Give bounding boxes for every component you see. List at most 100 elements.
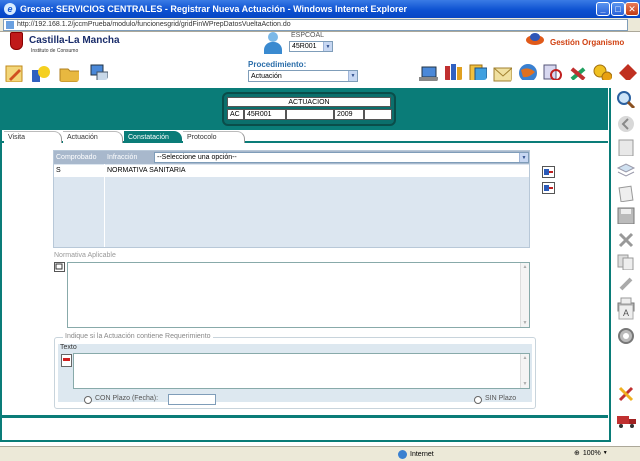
tab-visita[interactable]: Visita <box>4 131 62 143</box>
header-infraccion: Infracción <box>107 154 138 161</box>
requerimiento-legend: Indique si la Actuación contiene Requeri… <box>63 333 213 340</box>
actuacion-cell <box>364 109 392 120</box>
search-documents-icon[interactable] <box>542 62 562 80</box>
sin-plazo-label: SIN Plazo <box>485 395 517 402</box>
idea-bulb-icon[interactable] <box>30 64 50 82</box>
svg-text:A: A <box>623 308 629 318</box>
scrollbar[interactable]: ▲ ▼ <box>520 354 529 388</box>
network-computer-icon[interactable] <box>88 62 108 80</box>
zone-label: Internet <box>410 451 434 458</box>
requerimiento-fieldset: Indique si la Actuación contiene Requeri… <box>54 333 536 409</box>
plazo-fecha-input[interactable] <box>168 394 216 405</box>
status-bar: Internet ⊕ 100% ▼ <box>0 446 640 461</box>
address-bar: http://192.168.1.2/jccmPrueba/modulo/fun… <box>0 18 640 32</box>
laptop-icon[interactable] <box>418 64 438 82</box>
globe-icon <box>398 450 407 459</box>
layers-icon[interactable] <box>616 160 636 178</box>
maximize-button[interactable]: □ <box>611 2 625 16</box>
cell-infraccion: NORMATIVA SANITARIA <box>107 167 186 174</box>
truck-icon[interactable] <box>616 410 636 428</box>
envelope-icon[interactable] <box>492 64 512 82</box>
requerimiento-texto-textarea[interactable]: ▲ ▼ <box>73 353 530 389</box>
folder-icon[interactable] <box>59 64 79 82</box>
actuacion-cell: AC <box>227 109 244 120</box>
page-icon <box>6 20 14 29</box>
tab-actuacion[interactable]: Actuación <box>63 131 123 143</box>
settings-icon[interactable] <box>616 326 636 344</box>
grid-column-divider <box>104 164 105 247</box>
normativa-lookup-button[interactable] <box>54 262 65 272</box>
copy-icon[interactable] <box>616 252 636 270</box>
chevron-down-icon: ▼ <box>348 71 357 81</box>
save-icon[interactable] <box>616 206 636 224</box>
magnifier-icon[interactable] <box>616 90 636 108</box>
scroll-down-icon[interactable]: ▼ <box>521 319 529 327</box>
infraccion-select-value: --Seleccione una opción-- <box>157 154 237 161</box>
right-toolbar: A <box>612 88 640 438</box>
window-title: Grecae: SERVICIOS CENTRALES - Registrar … <box>20 4 408 14</box>
ie-icon: e <box>4 3 16 15</box>
logo-subtitle: Instituto de Consumo <box>31 48 79 54</box>
chevron-down-icon: ▼ <box>602 450 608 456</box>
actuacion-cell: 45R001 <box>244 109 286 120</box>
minimize-button[interactable]: _ <box>596 2 610 16</box>
infraccion-select[interactable]: --Seleccione una opción-- ▼ <box>154 152 529 163</box>
security-zone: Internet <box>398 449 478 460</box>
table-row[interactable]: S NORMATIVA SANITARIA <box>54 165 529 177</box>
procedimiento-value: Actuación <box>251 72 282 80</box>
delete-row-icon <box>544 185 553 191</box>
books-icon[interactable] <box>443 62 463 80</box>
lookup-icon <box>55 263 63 270</box>
requerimiento-panel: Texto ▲ ▼ CON Plazo (Fecha): SIN Plazo <box>58 344 532 405</box>
edit-pencil-icon[interactable] <box>4 64 24 82</box>
con-plazo-radio[interactable] <box>84 396 92 404</box>
document-stack-icon[interactable] <box>616 184 636 202</box>
gears-icon[interactable] <box>592 62 612 80</box>
actuacion-cell <box>286 109 334 120</box>
user-icon <box>262 32 284 56</box>
tools-red-icon[interactable] <box>616 384 636 402</box>
scroll-up-icon[interactable]: ▲ <box>521 354 529 362</box>
url-text: http://192.168.1.2/jccmPrueba/modulo/fun… <box>17 21 291 28</box>
procedimiento-label: Procedimiento: <box>248 60 307 69</box>
globe-icon[interactable] <box>517 62 537 80</box>
normativa-textarea[interactable]: ▲ ▼ <box>67 262 530 328</box>
texto-label: Texto <box>60 344 77 351</box>
scroll-down-icon[interactable]: ▼ <box>521 380 529 388</box>
scrollbar[interactable]: ▲ ▼ <box>520 263 529 327</box>
tab-protocolo[interactable]: Protocolo <box>183 131 245 143</box>
header-comprobado: Comprobado <box>56 154 97 161</box>
espcoal-select[interactable]: 45R001 ▼ <box>289 41 333 52</box>
delete-icon[interactable] <box>616 230 636 248</box>
espcoal-value: 45R001 <box>292 43 317 50</box>
document-icon[interactable] <box>616 138 636 156</box>
back-icon[interactable] <box>616 114 636 132</box>
add-row-button[interactable] <box>542 166 555 178</box>
delete-row-button[interactable] <box>542 182 555 194</box>
cell-comprobado: S <box>56 167 61 174</box>
url-field[interactable]: http://192.168.1.2/jccmPrueba/modulo/fun… <box>3 18 628 31</box>
link-icon[interactable] <box>616 274 636 292</box>
con-plazo-label: CON Plazo (Fecha): <box>95 395 159 402</box>
scroll-up-icon[interactable]: ▲ <box>521 263 529 271</box>
espcoal-label: ESPCOAL <box>291 32 325 39</box>
normativa-label: Normativa Aplicable <box>54 252 116 259</box>
add-row-icon <box>544 169 553 175</box>
close-button[interactable]: ✕ <box>625 2 639 16</box>
logo-name: Castilla-La Mancha <box>29 35 120 46</box>
infracciones-grid: Comprobado Infracción --Seleccione una o… <box>53 150 530 248</box>
exit-icon[interactable] <box>617 62 637 80</box>
zoom-control[interactable]: ⊕ 100% ▼ <box>574 449 608 458</box>
text-format-icon[interactable]: A <box>616 302 636 320</box>
sin-plazo-radio[interactable] <box>474 396 482 404</box>
zoom-level: 100% <box>582 449 601 457</box>
content-bottom-border <box>2 415 608 418</box>
tab-constatacion[interactable]: Constatación <box>124 131 182 143</box>
documents-icon[interactable] <box>467 62 487 80</box>
gestion-organismo-link[interactable]: Gestión Organismo <box>550 38 624 47</box>
window-titlebar: e Grecae: SERVICIOS CENTRALES - Registra… <box>0 0 640 18</box>
tools-icon[interactable] <box>567 62 587 80</box>
procedimiento-select[interactable]: Actuación ▼ <box>248 70 358 82</box>
shield-icon <box>10 32 23 50</box>
pdf-document-icon[interactable] <box>61 354 72 367</box>
